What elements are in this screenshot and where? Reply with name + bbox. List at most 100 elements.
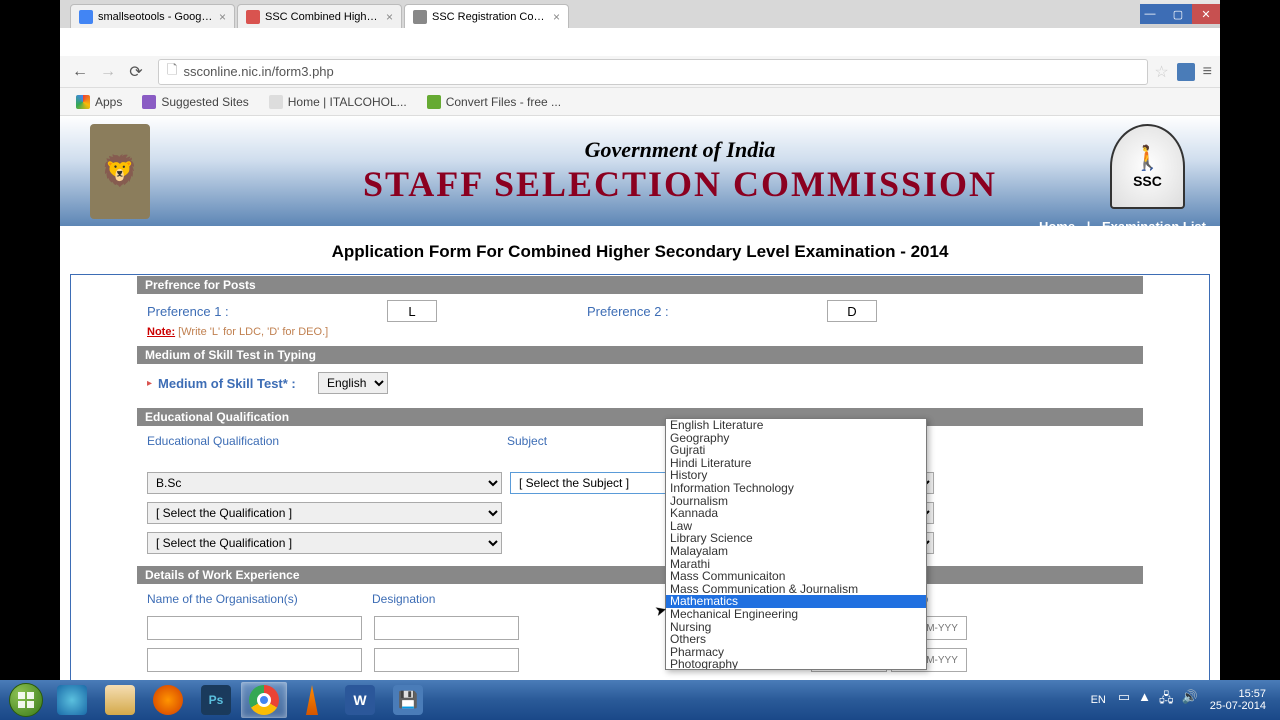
nav-exam-link[interactable]: Examination List <box>1098 219 1210 234</box>
tab-close-icon[interactable]: × <box>386 10 393 24</box>
bookmark-home[interactable]: Home | ITALCOHOL... <box>261 92 415 112</box>
taskbar-photoshop[interactable]: Ps <box>193 682 239 718</box>
window-close-button[interactable]: ✕ <box>1192 4 1220 24</box>
note-content: [Write 'L' for LDC, 'D' for DEO.] <box>178 326 328 338</box>
subject-dropdown[interactable]: English LiteratureGeographyGujratiHindi … <box>665 418 927 670</box>
extension-icon[interactable] <box>1177 63 1195 81</box>
section-preference-header: Prefrence for Posts <box>137 276 1143 294</box>
tab-smallseotools[interactable]: smallseotools - Google Se × <box>70 4 235 28</box>
page-icon: 🗋 <box>167 61 177 83</box>
dropdown-option[interactable]: Kannada <box>666 507 926 520</box>
ssc-title: STAFF SELECTION COMMISSION <box>170 163 1190 205</box>
windows-icon <box>9 683 43 717</box>
skill-label: Medium of Skill Test* : <box>158 376 318 391</box>
forward-button[interactable]: → <box>96 60 120 84</box>
form-container: Prefrence for Posts Preference 1 : Prefe… <box>70 274 1210 686</box>
work-row <box>137 612 1143 644</box>
tray-network-icon[interactable]: 🖧 <box>1159 689 1174 711</box>
tab-ssc-combined[interactable]: SSC Combined Higher Se × <box>237 4 402 28</box>
menu-icon[interactable]: ≡ <box>1203 63 1212 81</box>
taskbar-save[interactable]: 💾 <box>385 682 431 718</box>
bookmark-suggested[interactable]: Suggested Sites <box>134 92 256 112</box>
tab-close-icon[interactable]: × <box>553 10 560 24</box>
address-bar[interactable]: 🗋 ssconline.nic.in/form3.php <box>158 59 1148 85</box>
page-content: 🦁 Government of India STAFF SELECTION CO… <box>60 116 1220 708</box>
window-minimize-button[interactable]: — <box>1136 4 1164 24</box>
tab-close-icon[interactable]: × <box>219 10 226 24</box>
organisation-input-2[interactable] <box>147 648 362 672</box>
taskbar-word[interactable]: W <box>337 682 383 718</box>
header-nav: Home | Examination List <box>1035 219 1210 234</box>
taskbar-chrome[interactable] <box>241 682 287 718</box>
qualification-select-3[interactable]: [ Select the Qualification ] <box>147 532 502 554</box>
tab-ssc-registration[interactable]: SSC Registration Contd. × <box>404 4 569 28</box>
section-skill-header: Medium of Skill Test in Typing <box>137 346 1143 364</box>
ssc-logo: 🚶 SSC <box>1110 124 1185 209</box>
dropdown-option[interactable]: Photography <box>666 658 926 670</box>
bookmark-icon <box>427 95 441 109</box>
organisation-input-1[interactable] <box>147 616 362 640</box>
nav-home-link[interactable]: Home <box>1035 219 1079 234</box>
tab-title: SSC Registration Contd. <box>432 11 547 23</box>
tab-title: smallseotools - Google Se <box>98 11 213 23</box>
bookmarks-bar: Apps Suggested Sites Home | ITALCOHOL...… <box>60 88 1220 116</box>
dropdown-option[interactable]: Others <box>666 633 926 646</box>
dropdown-option[interactable]: Malayalam <box>666 545 926 558</box>
bookmark-convert[interactable]: Convert Files - free ... <box>419 92 569 112</box>
dropdown-option[interactable]: Gujrati <box>666 444 926 457</box>
back-button[interactable]: ← <box>68 60 92 84</box>
dropdown-option[interactable]: English Literature <box>666 419 926 432</box>
dropdown-option[interactable]: Mass Communicaiton <box>666 570 926 583</box>
dropdown-option[interactable]: Mechanical Engineering <box>666 608 926 621</box>
taskbar-explorer[interactable] <box>97 682 143 718</box>
taskbar: Ps W 💾 EN ▭ ▲ 🖧 🔊 15:57 25-07-2014 <box>0 680 1280 720</box>
bookmark-icon <box>142 95 156 109</box>
section-work-header: Details of Work Experience <box>137 566 1143 584</box>
apps-button[interactable]: Apps <box>68 92 130 112</box>
section-education-header: Educational Qualification <box>137 408 1143 426</box>
gov-text: Government of India <box>170 137 1190 163</box>
education-row: [ Select the Qualification ] % Medium <box>137 528 1143 558</box>
language-indicator[interactable]: EN <box>1091 694 1106 706</box>
taskbar-vlc[interactable] <box>289 682 335 718</box>
tab-title: SSC Combined Higher Se <box>265 11 380 23</box>
designation-input-2[interactable] <box>374 648 519 672</box>
col-designation: Designation <box>372 592 672 606</box>
taskbar-ie[interactable] <box>49 682 95 718</box>
apps-icon <box>76 95 90 109</box>
header-banner: 🦁 Government of India STAFF SELECTION CO… <box>60 116 1220 226</box>
taskbar-firefox[interactable] <box>145 682 191 718</box>
pref1-input[interactable] <box>387 300 437 322</box>
tray-flag-icon[interactable]: ▭ <box>1118 689 1130 711</box>
bookmark-star-icon[interactable]: ☆ <box>1154 62 1168 82</box>
dropdown-option[interactable]: Geography <box>666 432 926 445</box>
arrow-icon: ▸ <box>147 378 152 389</box>
designation-input-1[interactable] <box>374 616 519 640</box>
bookmark-icon <box>269 95 283 109</box>
dropdown-option[interactable]: Information Technology <box>666 482 926 495</box>
favicon <box>246 10 260 24</box>
system-tray: EN ▭ ▲ 🖧 🔊 15:57 25-07-2014 <box>1091 688 1276 712</box>
qualification-select-1[interactable]: B.Sc <box>147 472 502 494</box>
window-maximize-button[interactable]: ▢ <box>1164 4 1192 24</box>
tray-volume-icon[interactable]: 🔊 <box>1182 689 1198 711</box>
browser-window: smallseotools - Google Se × SSC Combined… <box>60 0 1220 680</box>
note-label: Note: <box>147 326 175 338</box>
work-row <box>137 644 1143 676</box>
url-text: ssconline.nic.in/form3.php <box>183 64 333 79</box>
reload-button[interactable]: ⟳ <box>124 60 148 84</box>
browser-toolbar: ← → ⟳ 🗋 ssconline.nic.in/form3.php ☆ ≡ <box>60 56 1220 88</box>
col-organisation: Name of the Organisation(s) <box>147 592 372 606</box>
pref1-label: Preference 1 : <box>137 304 387 319</box>
favicon <box>79 10 93 24</box>
skill-select[interactable]: English <box>318 372 388 394</box>
tray-up-icon[interactable]: ▲ <box>1138 689 1151 711</box>
start-button[interactable] <box>4 682 48 718</box>
col-qualification: Educational Qualification <box>147 434 507 462</box>
national-emblem: 🦁 <box>90 124 150 219</box>
pref2-label: Preference 2 : <box>577 304 827 319</box>
qualification-select-2[interactable]: [ Select the Qualification ] <box>147 502 502 524</box>
education-row: B.Sc [ Select the Subject ] % Medium <box>137 468 1143 498</box>
clock[interactable]: 15:57 25-07-2014 <box>1210 688 1266 712</box>
pref2-input[interactable] <box>827 300 877 322</box>
